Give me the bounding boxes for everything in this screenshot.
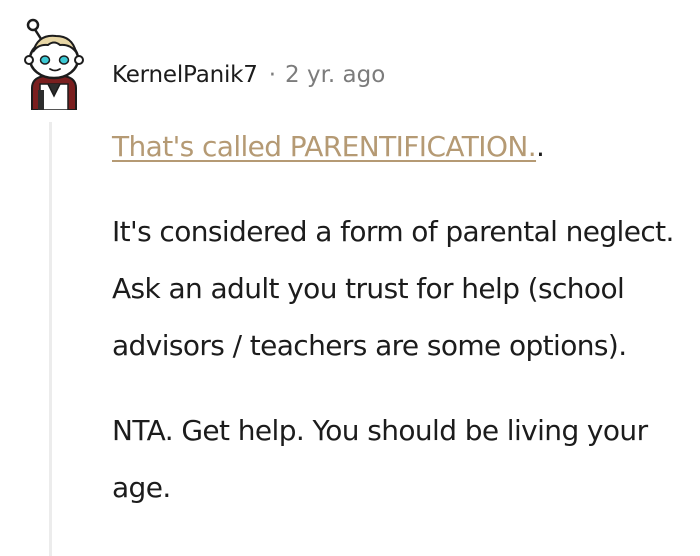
comment-paragraph: That's called PARENTIFICATION.. xyxy=(112,118,692,175)
username-link[interactable]: KernelPanik7 xyxy=(112,62,258,88)
thread-collapse-line[interactable] xyxy=(49,122,52,556)
comment: KernelPanik7 · 2 yr. ago That's called P… xyxy=(0,0,700,556)
comment-link[interactable]: That's called PARENTIFICATION. xyxy=(112,130,537,163)
comment-paragraph: NTA. Get help. You should be living your… xyxy=(112,414,648,504)
link-trailing-period: . xyxy=(536,130,545,163)
comment-header: KernelPanik7 · 2 yr. ago xyxy=(112,58,385,92)
comment-paragraph: It's considered a form of parental negle… xyxy=(112,215,674,362)
meta-separator: · xyxy=(268,62,277,88)
avatar[interactable] xyxy=(14,14,94,110)
comment-body: That's called PARENTIFICATION.. It's con… xyxy=(112,118,692,516)
comment-timestamp[interactable]: 2 yr. ago xyxy=(285,62,385,88)
